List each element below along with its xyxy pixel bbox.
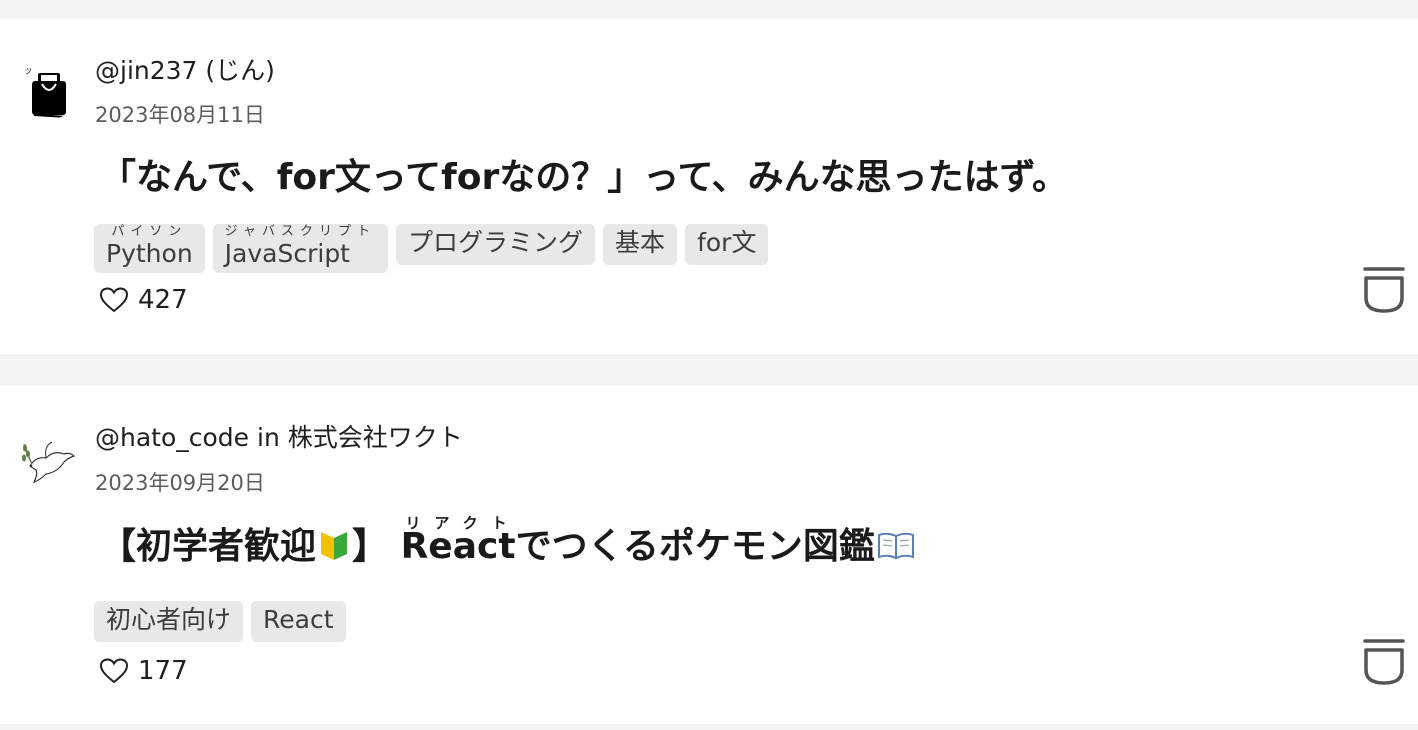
tag-label: Python [106,239,193,268]
tag-ruby: ジャバスクリプト [224,224,377,239]
author-name[interactable]: @hato_code in 株式会社ワクト [95,423,463,453]
dove-icon[interactable] [18,428,78,488]
tag-python[interactable]: パイソン Python [94,224,205,273]
open-book-icon [877,532,914,560]
heart-icon[interactable] [100,658,128,684]
post-date: 2023年09月20日 [95,471,265,495]
title-prefix-close: 】 [352,526,389,567]
tag-ruby: パイソン [111,224,188,239]
article-card: ツ @jin237 (じん) 2023年08月11日 「なんで、for文ってfo… [0,19,1418,354]
title-ruby: Reactリアクト [400,514,516,567]
stock-icon[interactable] [1363,266,1405,314]
stock-icon[interactable] [1363,638,1405,686]
tag-programming[interactable]: プログラミング [396,224,596,265]
beginner-mark-icon [321,532,348,560]
title-suffix: でつくるポケモン図鑑 [515,526,875,567]
tag-list: パイソン Python ジャバスクリプト JavaScript プログラミング … [94,224,769,273]
article-title[interactable]: 【初学者歓迎 】 Reactリアクトでつくるポケモン図鑑 [100,514,915,579]
tag-javascript[interactable]: ジャバスクリプト JavaScript [212,224,389,273]
article-title[interactable]: 「なんで、for文ってforなの？」って、みんな思ったはず。 [100,156,1068,200]
tag-basics[interactable]: 基本 [603,224,678,265]
avatar-icon[interactable]: ツ [18,60,78,120]
article-feed: ツ @jin237 (じん) 2023年08月11日 「なんで、for文ってfo… [0,0,1418,730]
tag-for-statement[interactable]: for文 [685,224,769,265]
like-count: 427 [138,285,188,315]
like-section: 177 [100,656,188,686]
title-prefix: 【初学者歓迎 [100,526,317,567]
tag-label: JavaScript [224,239,350,268]
like-count: 177 [138,656,188,686]
tag-react[interactable]: React [251,601,346,642]
author-name[interactable]: @jin237 (じん) [95,56,275,86]
post-date: 2023年08月11日 [95,103,265,127]
tag-beginner[interactable]: 初心者向け [94,601,244,642]
like-section: 427 [100,285,188,315]
article-card: @hato_code in 株式会社ワクト 2023年09月20日 【初学者歓迎… [0,386,1418,724]
tag-list: 初心者向け React [94,601,346,642]
heart-icon[interactable] [100,287,128,313]
svg-text:ツ: ツ [24,67,32,76]
